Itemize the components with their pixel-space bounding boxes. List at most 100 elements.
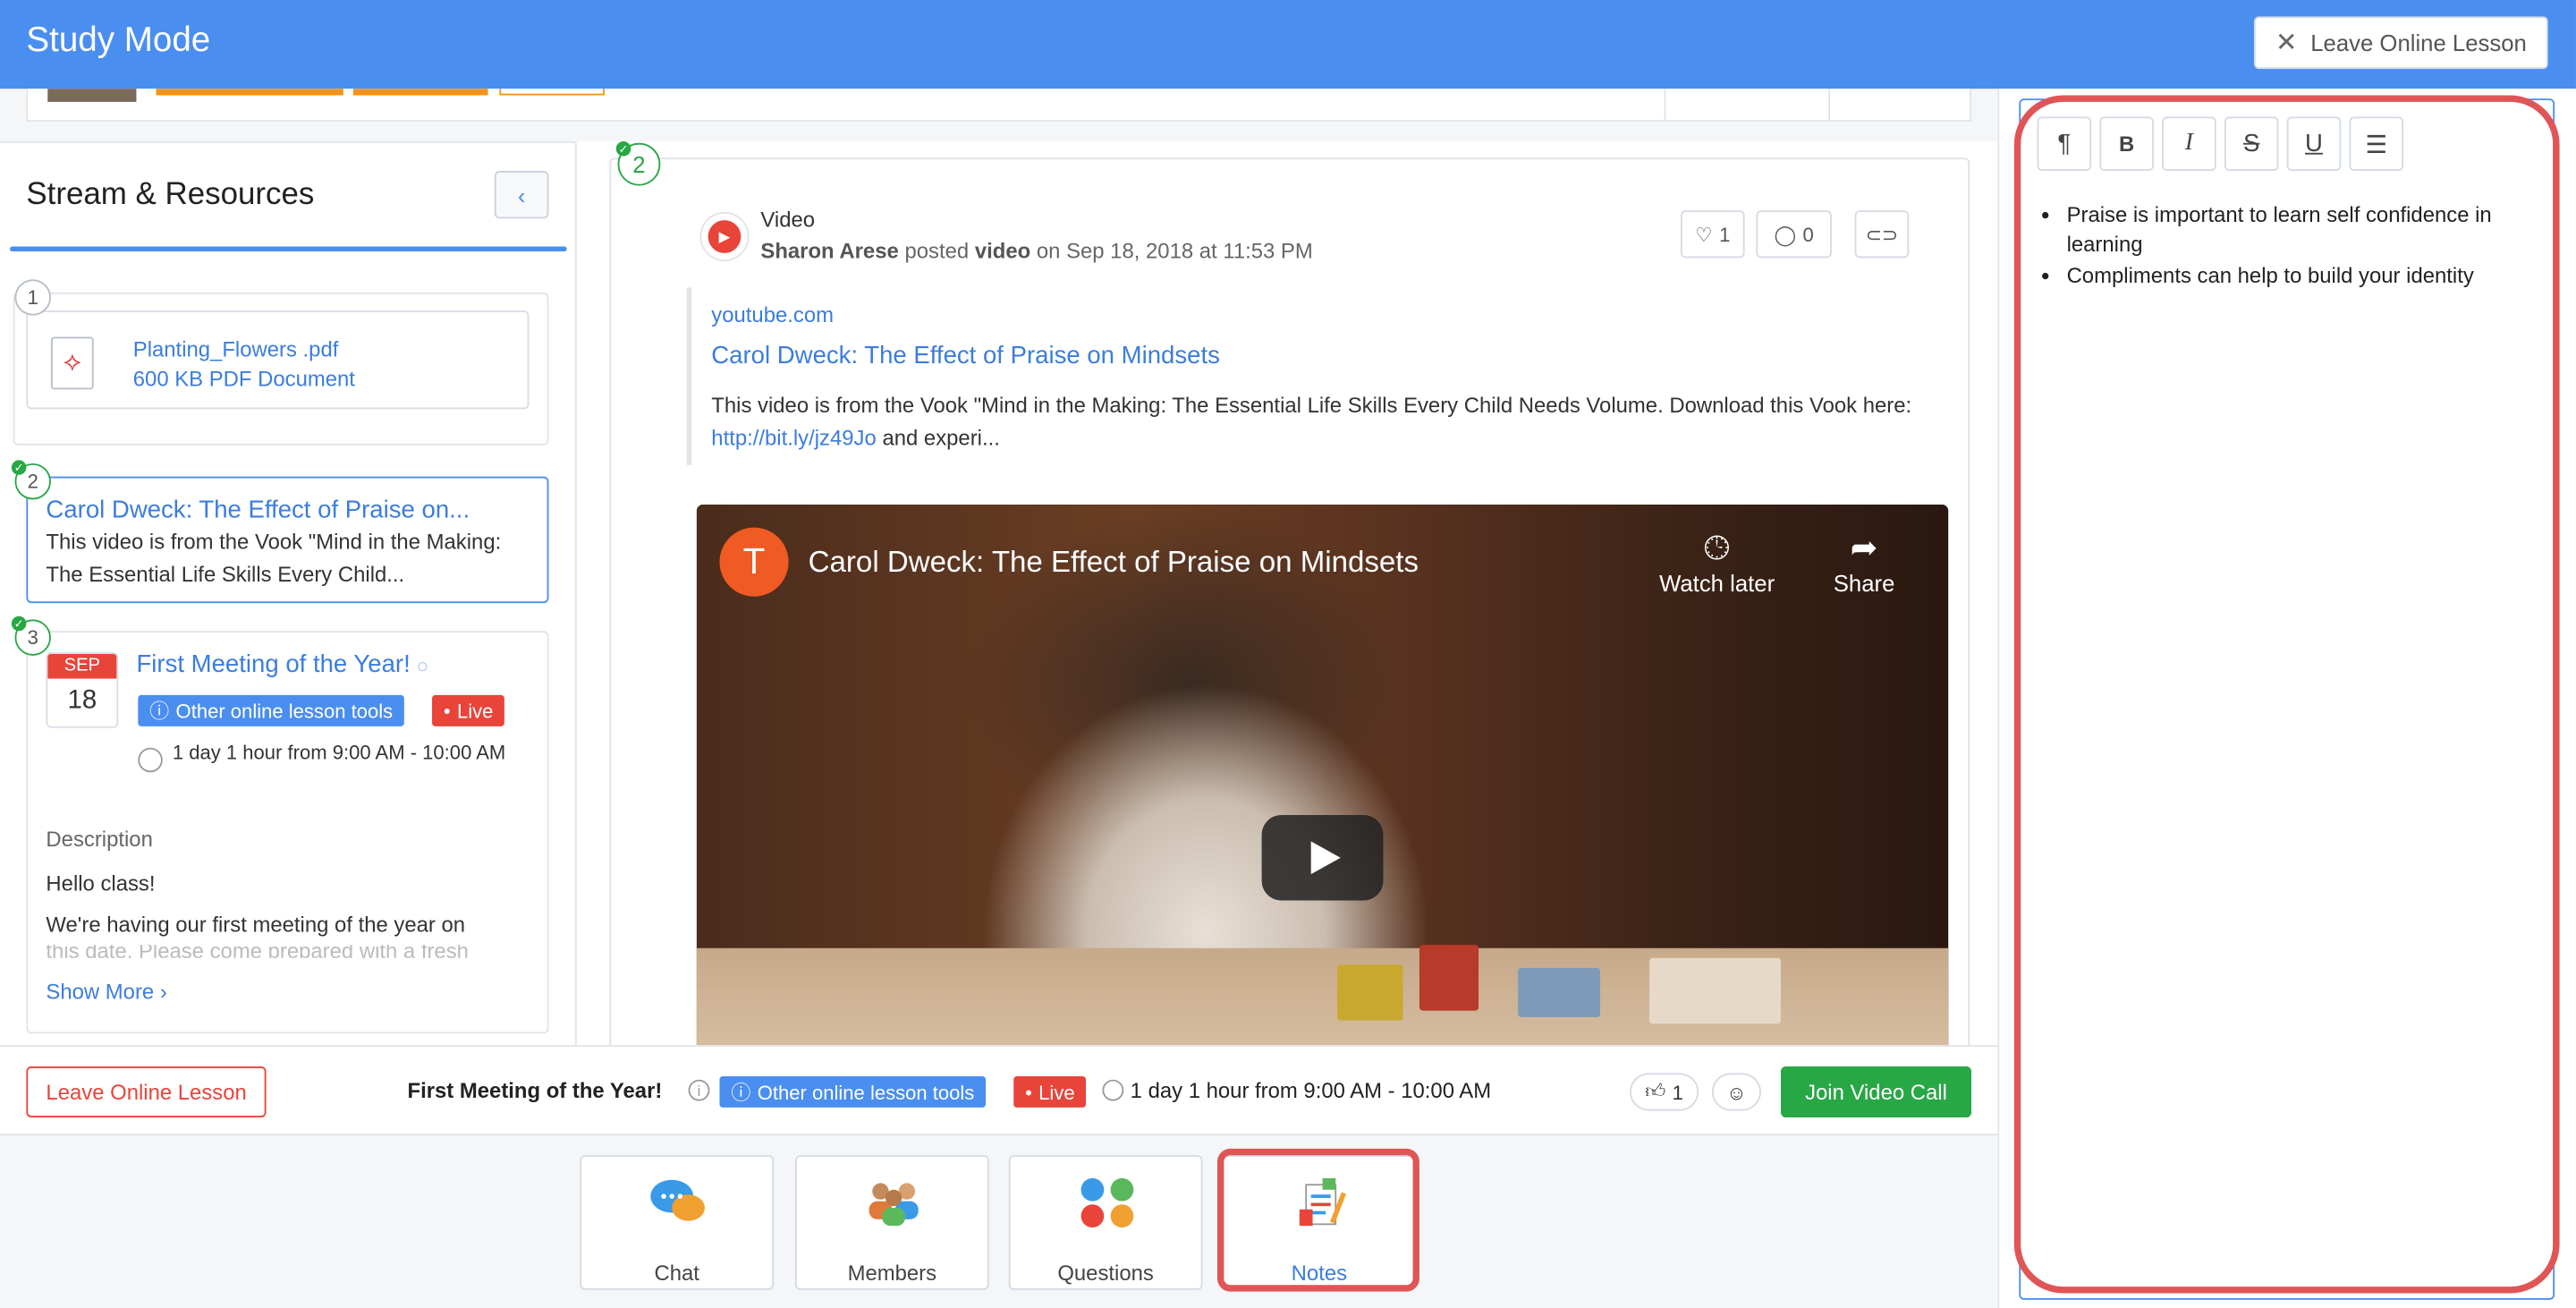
strip-button[interactable] — [499, 89, 605, 96]
comment-count: 0 — [1802, 222, 1814, 246]
inline-url-link[interactable]: http://bit.ly/jz49Jo — [711, 426, 877, 451]
video-title-link[interactable]: Carol Dweck: The Effect of Praise on... — [46, 497, 470, 524]
item-number: 1 — [14, 279, 51, 316]
divider — [1664, 89, 1666, 121]
online-tools-badge[interactable]: ⓘ Other online lesson tools — [138, 694, 405, 726]
calendar-day: 18 — [67, 686, 97, 715]
video-player[interactable]: T Carol Dweck: The Effect of Praise on M… — [696, 504, 1949, 1046]
stream-item-video[interactable]: Carol Dweck: The Effect of Praise on... … — [26, 476, 549, 604]
link-description: This video is from the Vook "Mind in the… — [711, 389, 1944, 454]
comment-button[interactable]: ◯ 0 — [1756, 210, 1832, 259]
stream-item-pdf[interactable]: ⟡ Planting_Flowers .pdf 600 KB PDF Docum… — [13, 292, 549, 446]
calendar-month: SEP — [47, 654, 117, 679]
video-title[interactable]: Carol Dweck: The Effect of Praise on Min… — [809, 546, 1419, 581]
heart-icon: ♡ — [1695, 222, 1713, 246]
comment-icon: ◯ — [1774, 222, 1797, 246]
share-label: Share — [1833, 570, 1895, 597]
lesson-thumbnail — [47, 89, 137, 102]
link-title[interactable]: Carol Dweck: The Effect of Praise on Min… — [711, 342, 1220, 369]
event-title: First Meeting of the Year! — [136, 650, 411, 679]
link-text-c: and experi... — [882, 425, 1000, 451]
clock-icon — [1102, 1079, 1124, 1101]
completed-check-icon: ✓ — [615, 140, 631, 157]
live-label: Live — [456, 699, 494, 723]
youtube-icon: ▶ — [699, 211, 750, 262]
info-icon[interactable]: i — [688, 1079, 710, 1101]
like-button[interactable]: ♡ 1 — [1680, 210, 1745, 259]
link-icon: ⊂⊃ — [1865, 222, 1899, 246]
post-verb: posted — [904, 238, 970, 263]
tab-members[interactable]: Members — [794, 1155, 989, 1290]
chevron-right-icon: › — [159, 979, 167, 1005]
like-count: 1 — [1719, 222, 1731, 246]
panel-title: Stream & Resources — [26, 177, 315, 212]
leave-online-lesson-button[interactable]: ✕ Leave Online Lesson — [2254, 16, 2548, 70]
strip-button[interactable] — [156, 89, 343, 96]
top-bar: Study Mode ✕ Leave Online Lesson — [0, 0, 2576, 89]
pdf-icon: ⟡ — [50, 336, 94, 390]
live-badge: • Live — [1013, 1076, 1087, 1108]
tab-label: Members — [847, 1260, 937, 1286]
video-post-card: ▶ Video Sharon Arese posted video on Sep… — [609, 157, 1970, 1046]
description-line: Hello class! — [46, 871, 156, 896]
live-badge: • Live — [432, 694, 505, 726]
add-reaction-button[interactable]: ☺ — [1711, 1073, 1761, 1111]
pdf-attachment[interactable]: ⟡ Planting_Flowers .pdf 600 KB PDF Docum… — [26, 310, 530, 410]
app-title: Study Mode — [26, 21, 211, 60]
video-frame — [1321, 931, 1814, 1030]
post-meta: Sharon Arese posted video on Sep 18, 201… — [760, 238, 1312, 263]
description-line: We're having our first meeting of the ye… — [46, 912, 466, 937]
clock-icon: 🕒︎ — [1704, 531, 1731, 567]
tab-questions[interactable]: Questions — [1008, 1155, 1203, 1290]
post-type: Video — [760, 207, 816, 232]
link-text-a: This video is from the Vook "Mind in the… — [711, 392, 1858, 418]
lesson-title: First Meeting of the Year! — [407, 1077, 663, 1103]
tab-label: Chat — [654, 1260, 699, 1286]
strip-button[interactable] — [352, 89, 488, 96]
online-tools-badge[interactable]: ⓘ Other online lesson tools — [719, 1076, 987, 1108]
lesson-bar: Leave Online Lesson First Meeting of the… — [0, 1045, 1998, 1136]
link-preview: youtube.com Carol Dweck: The Effect of P… — [686, 287, 1945, 465]
file-name[interactable]: Planting_Flowers .pdf — [133, 337, 339, 362]
stream-item-event[interactable]: SEP 18 First Meeting of the Year! ◌ ⓘ Ot… — [26, 631, 549, 1034]
divider — [1828, 89, 1831, 121]
watch-later-button[interactable]: 🕒︎ Watch later — [1659, 528, 1775, 597]
post-panel: ▶ Video Sharon Arese posted video on Sep… — [574, 140, 1998, 1046]
play-button[interactable] — [1261, 815, 1384, 901]
tab-chat[interactable]: Chat — [580, 1155, 775, 1290]
leave-online-lesson-label: Leave Online Lesson — [2310, 30, 2527, 56]
header-strip — [26, 89, 1972, 122]
show-more-link[interactable]: Show More › — [46, 980, 166, 1005]
calendar-icon: SEP 18 — [46, 652, 119, 728]
question-icon: ⓘ — [731, 1081, 751, 1105]
chat-icon — [650, 1179, 705, 1221]
copy-link-button[interactable]: ⊂⊃ — [1854, 210, 1910, 259]
event-title-link[interactable]: First Meeting of the Year! ◌ — [136, 650, 428, 678]
online-tools-label: Other online lesson tools — [175, 699, 394, 723]
tab-label: Questions — [1057, 1260, 1154, 1286]
link-text-b: here: — [1862, 392, 1912, 418]
channel-avatar[interactable]: T — [719, 527, 789, 597]
live-dot-icon: • — [1025, 1080, 1032, 1104]
play-icon — [1310, 841, 1341, 875]
reaction-button[interactable]: 👍︎ 1 — [1630, 1073, 1699, 1111]
event-time: 1 day 1 hour from 9:00 AM - 10:00 AM — [172, 741, 506, 765]
share-button[interactable]: ➦ Share — [1833, 528, 1895, 597]
questions-icon — [1080, 1177, 1134, 1228]
post-author[interactable]: Sharon Arese — [760, 238, 898, 263]
smiley-icon: ☺ — [1726, 1080, 1747, 1104]
description-line: this date. Please come prepared with a f… — [46, 945, 469, 958]
completed-check-icon: ✓ — [11, 616, 27, 632]
link-domain[interactable]: youtube.com — [711, 302, 834, 327]
join-video-call-button[interactable]: Join Video Call — [1780, 1066, 1972, 1117]
watch-later-label: Watch later — [1659, 570, 1775, 597]
collapse-panel-button[interactable]: ‹ — [494, 171, 549, 219]
video-description: This video is from the Vook "Mind in the… — [46, 529, 502, 587]
clock-icon — [138, 747, 163, 773]
close-icon: ✕ — [2275, 30, 2298, 58]
reaction-count: 1 — [1672, 1080, 1683, 1104]
completed-check-icon: ✓ — [11, 460, 27, 475]
online-tools-label: Other online lesson tools — [757, 1080, 975, 1104]
post-date: on Sep 18, 2018 at 11:53 PM — [1036, 238, 1313, 263]
leave-lesson-button[interactable]: Leave Online Lesson — [26, 1066, 267, 1117]
